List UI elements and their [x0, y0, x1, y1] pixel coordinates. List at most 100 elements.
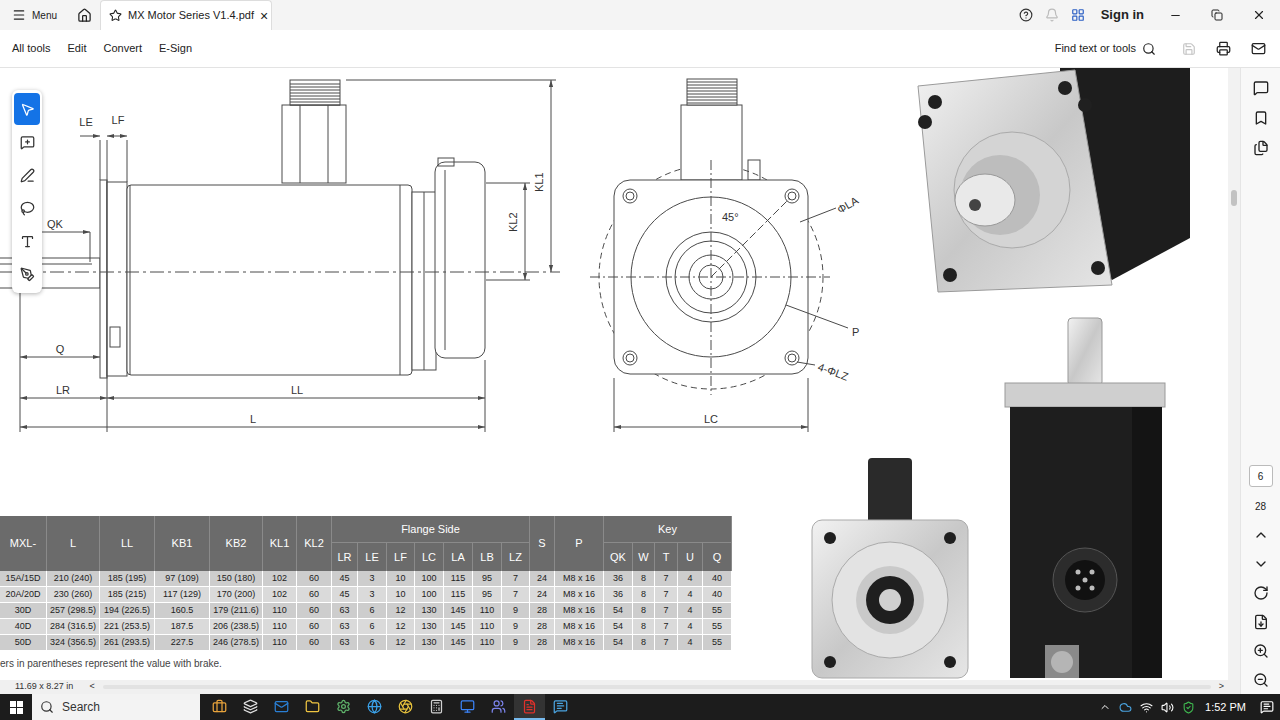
header-cell: LC [415, 543, 444, 571]
document-page: LELFQKQLRLLLKL2KL145°ΦLAP4-ΦLZLCMXL-LLLK… [0, 68, 1228, 680]
taskbar-app[interactable] [452, 694, 483, 720]
table-cell: 115 [444, 571, 473, 586]
table-cell: 102 [263, 587, 297, 602]
taskbar-app[interactable] [204, 694, 235, 720]
toolbar-item[interactable]: Convert [104, 40, 143, 57]
bookmark-button[interactable] [1253, 110, 1269, 126]
folder-icon [305, 699, 320, 714]
horizontal-scrollbar[interactable] [103, 685, 1211, 689]
taskbar-app[interactable] [514, 694, 545, 720]
title-bar: Menu MX Motor Series V1.4.pdf× Sign in [0, 0, 1280, 30]
taskbar-app[interactable] [359, 694, 390, 720]
previous-page-button[interactable] [1253, 527, 1269, 543]
comments-button[interactable] [1253, 80, 1269, 96]
table-cell: 7 [502, 587, 530, 602]
zoom-out-button[interactable] [1253, 672, 1269, 688]
dimension-label: LC [704, 413, 718, 425]
toolbar-item[interactable]: All tools [12, 40, 51, 57]
security-icon[interactable] [1182, 701, 1195, 714]
restore-button[interactable] [1196, 9, 1238, 21]
tray-expand-icon[interactable] [1099, 701, 1111, 713]
dimension-label: Q [56, 343, 65, 355]
taskbar-app[interactable] [266, 694, 297, 720]
table-cell: 24 [530, 571, 555, 586]
page-number-field[interactable]: 6 [1249, 465, 1273, 487]
vertical-scrollbar[interactable] [1228, 68, 1240, 680]
tool-button[interactable] [14, 258, 40, 290]
table-cell: 4 [678, 571, 703, 586]
taskbar-app[interactable] [390, 694, 421, 720]
help-button[interactable] [1019, 8, 1033, 22]
header-cell: KB1 [155, 516, 210, 571]
bell-button[interactable] [1045, 8, 1059, 22]
volume-icon[interactable] [1161, 701, 1174, 714]
scroll-left-button[interactable]: < [89, 680, 94, 694]
table-cell: 110 [473, 619, 502, 634]
minimize-button[interactable] [1154, 9, 1196, 22]
toolbar-item[interactable]: Edit [68, 40, 87, 57]
dimension-label: 45° [722, 211, 739, 223]
table-cell: 55 [703, 635, 732, 650]
table-cell: 100 [415, 587, 444, 602]
header-cell: KL1 [263, 516, 297, 571]
tool-button[interactable] [14, 159, 40, 191]
table-row: 50D324 (356.5)261 (293.5)227.5246 (278.5… [0, 635, 732, 651]
quick-tools [12, 90, 42, 293]
restore-icon [1211, 9, 1223, 21]
taskbar-app[interactable] [297, 694, 328, 720]
next-page-button[interactable] [1253, 556, 1269, 572]
search-icon [1142, 42, 1156, 56]
tool-button[interactable] [14, 93, 40, 125]
taskbar-app[interactable] [421, 694, 452, 720]
front-view [590, 79, 848, 432]
taskbar-search[interactable]: Search [32, 694, 200, 720]
sign-in-button[interactable]: Sign in [1101, 5, 1144, 25]
onedrive-icon[interactable] [1119, 701, 1132, 714]
table-cell: 4 [678, 603, 703, 618]
table-cell: 60 [297, 619, 332, 634]
scroll-thumb[interactable] [1231, 190, 1237, 206]
table-cell: 63 [332, 635, 358, 650]
zoom-in-button[interactable] [1253, 643, 1269, 659]
tab-close[interactable]: × [260, 9, 268, 23]
document-tab[interactable]: MX Motor Series V1.4.pdf× [100, 0, 272, 30]
clock[interactable]: 1:52 PM [1205, 699, 1246, 716]
header-cell: Key [604, 516, 732, 543]
toolbar: All tools Edit Convert E-Sign Find text or t… [0, 30, 1280, 68]
toolbar-item[interactable]: E-Sign [159, 40, 192, 57]
apps-button[interactable] [1071, 8, 1085, 22]
table-cell: 10 [387, 587, 415, 602]
notifications-icon[interactable] [1260, 700, 1274, 714]
mail-button[interactable] [1251, 41, 1266, 56]
table-cell: 257 (298.5) [47, 603, 100, 618]
table-row: 30D257 (298.5)194 (226.5)160.5179 (211.6… [0, 603, 732, 619]
previous-page-icon [1253, 527, 1269, 543]
fit-page-button[interactable] [1253, 614, 1269, 630]
rotate-button[interactable] [1253, 585, 1269, 601]
table-cell: 8 [633, 603, 655, 618]
pages-button[interactable] [1253, 140, 1269, 156]
scroll-right-button[interactable]: > [1219, 680, 1224, 694]
network-icon[interactable] [1140, 701, 1153, 714]
save-button[interactable] [1182, 42, 1196, 56]
taskbar-app[interactable] [483, 694, 514, 720]
table-cell: 6 [358, 619, 387, 634]
taskbar-app[interactable] [545, 694, 576, 720]
find-tools[interactable]: Find text or tools [1055, 40, 1156, 57]
taskbar-app[interactable] [235, 694, 266, 720]
start-button[interactable] [0, 694, 32, 720]
menu-button[interactable]: Menu [0, 8, 67, 23]
print-button[interactable] [1216, 41, 1231, 56]
table-cell: M8 x 16 [555, 635, 604, 650]
tool-button[interactable] [14, 225, 40, 257]
dimension-label: QK [47, 218, 64, 230]
close-button[interactable] [1238, 8, 1280, 22]
dimension-label: KL2 [507, 212, 519, 232]
home-button[interactable] [77, 8, 92, 23]
status-bar: 11.69 x 8.27 in<> [0, 680, 1240, 694]
header-cell: KL2 [297, 516, 332, 571]
help-icon [1019, 8, 1033, 22]
tool-button[interactable] [14, 192, 40, 224]
tool-button[interactable] [14, 126, 40, 158]
taskbar-app[interactable] [328, 694, 359, 720]
